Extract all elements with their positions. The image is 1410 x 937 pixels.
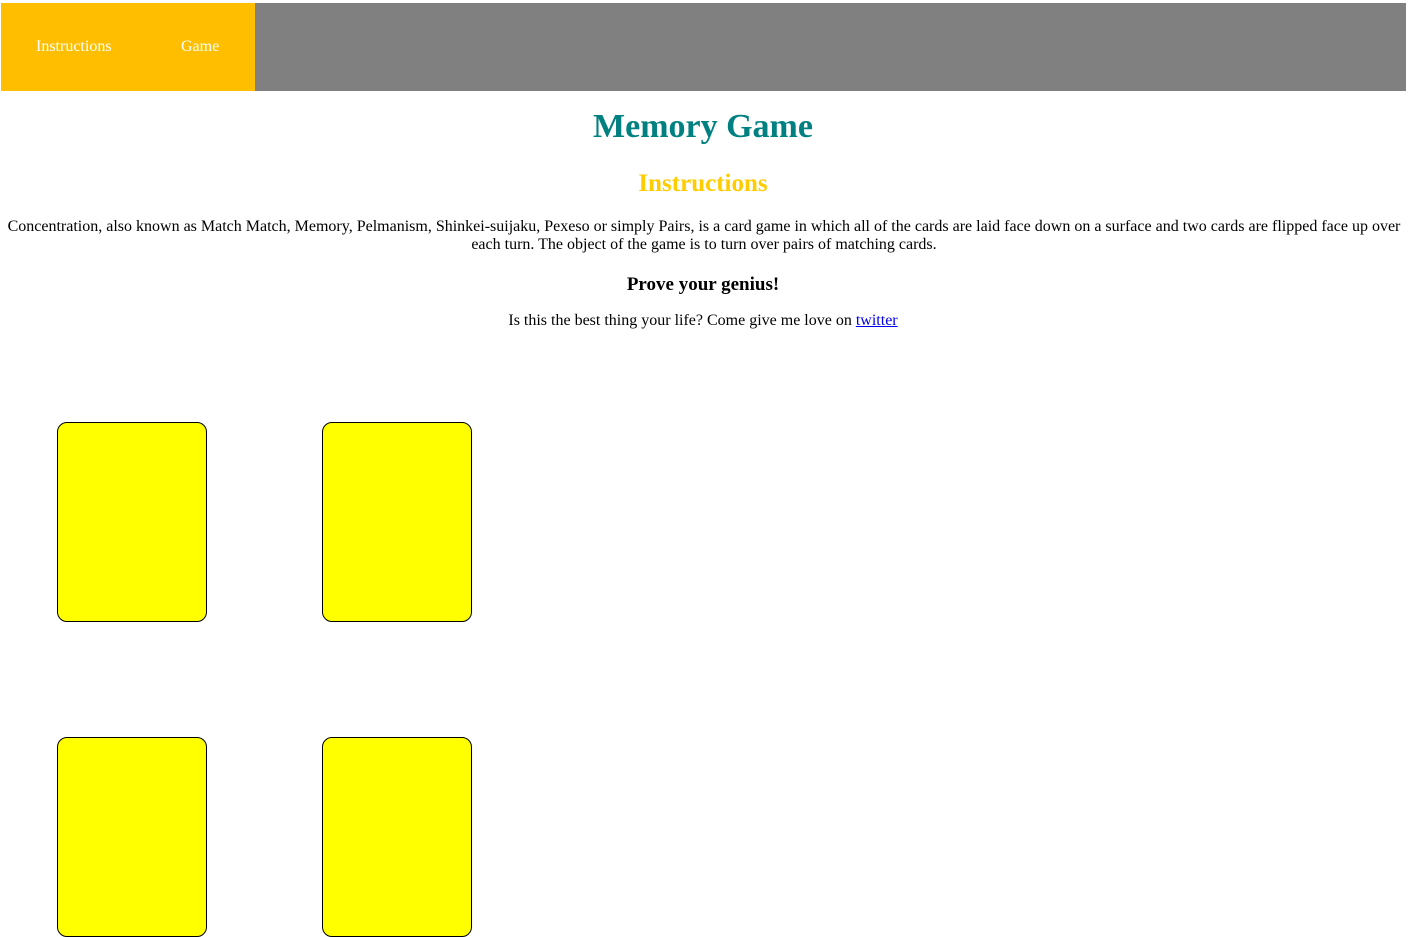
love-text: Is this the best thing your life? Come g… [508, 312, 856, 329]
love-line: Is this the best thing your life? Come g… [0, 312, 1406, 330]
page-title: Memory Game [593, 108, 813, 145]
memory-card[interactable] [57, 422, 207, 622]
memory-card[interactable] [322, 737, 472, 937]
nav-menu: Instructions Game [1, 3, 255, 91]
nav-link-instructions[interactable]: Instructions [36, 38, 112, 56]
game-description: Concentration, also known as Match Match… [7, 218, 1401, 253]
memory-card[interactable] [322, 422, 472, 622]
twitter-link[interactable]: twitter [856, 312, 898, 329]
prove-genius-heading: Prove your genius! [626, 274, 780, 295]
instructions-heading: Instructions [638, 170, 768, 197]
memory-card[interactable] [57, 737, 207, 937]
top-navbar: Instructions Game [1, 3, 1406, 91]
nav-link-game[interactable]: Game [181, 38, 219, 56]
